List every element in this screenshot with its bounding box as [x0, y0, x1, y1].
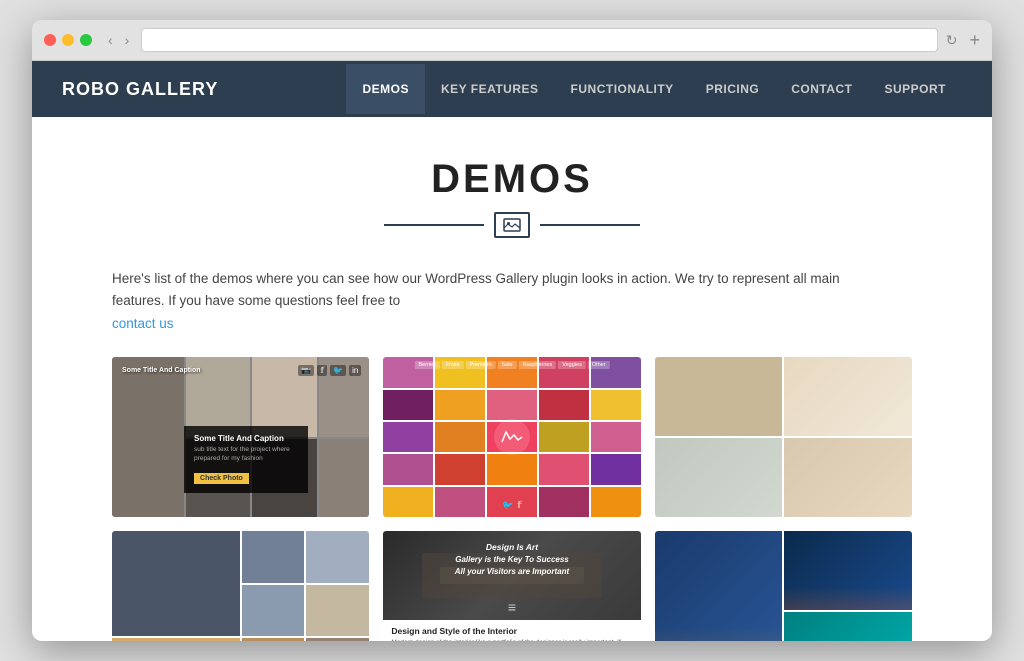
window-controls	[44, 34, 92, 46]
nav-item-contact[interactable]: CONTACT	[775, 64, 868, 114]
website-content: ROBO GALLERY DEMOS KEY FEATURES FUNCTION…	[32, 61, 992, 641]
refresh-button[interactable]: ↻	[946, 32, 958, 49]
gallery5-post-body: Modern design of the interior like a por…	[391, 638, 632, 641]
minimize-button[interactable]	[62, 34, 74, 46]
gallery1-caption: Some Title And Caption	[122, 367, 201, 374]
close-button[interactable]	[44, 34, 56, 46]
contact-link[interactable]: contact us	[112, 316, 174, 331]
browser-titlebar: ‹ › ↻ +	[32, 20, 992, 61]
nav-item-pricing[interactable]: PRICING	[690, 64, 776, 114]
gallery1-social: 📷 𝕗 🐦 in	[298, 365, 361, 376]
demos-grid: Some Title And Caption 📷 𝕗 🐦 in Some Tit…	[112, 357, 912, 641]
nav-link-key-features[interactable]: KEY FEATURES	[425, 64, 555, 114]
nav-item-functionality[interactable]: FUNCTIONALITY	[555, 64, 690, 114]
gallery-2-preview: Berries Fruits Premium Sale Raspberries …	[383, 357, 640, 517]
gallery-icon	[494, 212, 530, 238]
nav-link-support[interactable]: SUPPORT	[868, 64, 962, 114]
demo-card-5[interactable]: Design Is Art Gallery is the Key To Succ…	[383, 531, 640, 641]
demo-card-4[interactable]	[112, 531, 369, 641]
gallery1-check-btn[interactable]: Check Photo	[194, 473, 249, 484]
nav-link-pricing[interactable]: PRICING	[690, 64, 776, 114]
demo-card-1[interactable]: Some Title And Caption 📷 𝕗 🐦 in Some Tit…	[112, 357, 369, 517]
divider-line-right	[540, 224, 640, 226]
gallery5-post-title: Design and Style of the Interior	[391, 626, 632, 636]
site-logo: ROBO GALLERY	[62, 79, 346, 100]
demo-card-2[interactable]: Berries Fruits Premium Sale Raspberries …	[383, 357, 640, 517]
forward-button[interactable]: ›	[121, 30, 134, 50]
gallery-4-preview	[112, 531, 369, 641]
nav-link-demos[interactable]: DEMOS	[346, 64, 425, 114]
title-divider	[112, 212, 912, 238]
nav-item-key-features[interactable]: KEY FEATURES	[425, 64, 555, 114]
divider-line-left	[384, 224, 484, 226]
maximize-button[interactable]	[80, 34, 92, 46]
page-title-section: DEMOS	[112, 157, 912, 238]
browser-nav: ‹ ›	[104, 30, 133, 50]
gallery-6-preview: v	[655, 531, 912, 641]
back-button[interactable]: ‹	[104, 30, 117, 50]
gallery-5-preview: Design Is Art Gallery is the Key To Succ…	[383, 531, 640, 641]
browser-window: ‹ › ↻ + ROBO GALLERY DEMOS KEY FEATURES …	[32, 20, 992, 641]
gallery-1-preview: Some Title And Caption 📷 𝕗 🐦 in Some Tit…	[112, 357, 369, 517]
nav-link-contact[interactable]: CONTACT	[775, 64, 868, 114]
gallery2-center-icon	[494, 419, 530, 455]
nav-link-functionality[interactable]: FUNCTIONALITY	[555, 64, 690, 114]
page-content: DEMOS Here's list of the demos where you…	[32, 117, 992, 641]
gallery2-social: 🐦 𝕗	[502, 500, 521, 511]
gallery-3-preview	[655, 357, 912, 517]
new-tab-button[interactable]: +	[969, 30, 980, 51]
page-title: DEMOS	[112, 157, 912, 202]
gallery1-overlay: Some Title And Caption sub title text fo…	[184, 426, 308, 493]
demo-card-3[interactable]	[655, 357, 912, 517]
nav-item-demos[interactable]: DEMOS	[346, 64, 425, 114]
nav-links: DEMOS KEY FEATURES FUNCTIONALITY PRICING…	[346, 64, 962, 114]
address-bar[interactable]	[141, 28, 937, 52]
site-navigation: ROBO GALLERY DEMOS KEY FEATURES FUNCTION…	[32, 61, 992, 117]
demo-card-6[interactable]: v	[655, 531, 912, 641]
nav-item-support[interactable]: SUPPORT	[868, 64, 962, 114]
page-description: Here's list of the demos where you can s…	[112, 268, 862, 311]
gallery2-tags: Berries Fruits Premium Sale Raspberries …	[390, 361, 634, 369]
